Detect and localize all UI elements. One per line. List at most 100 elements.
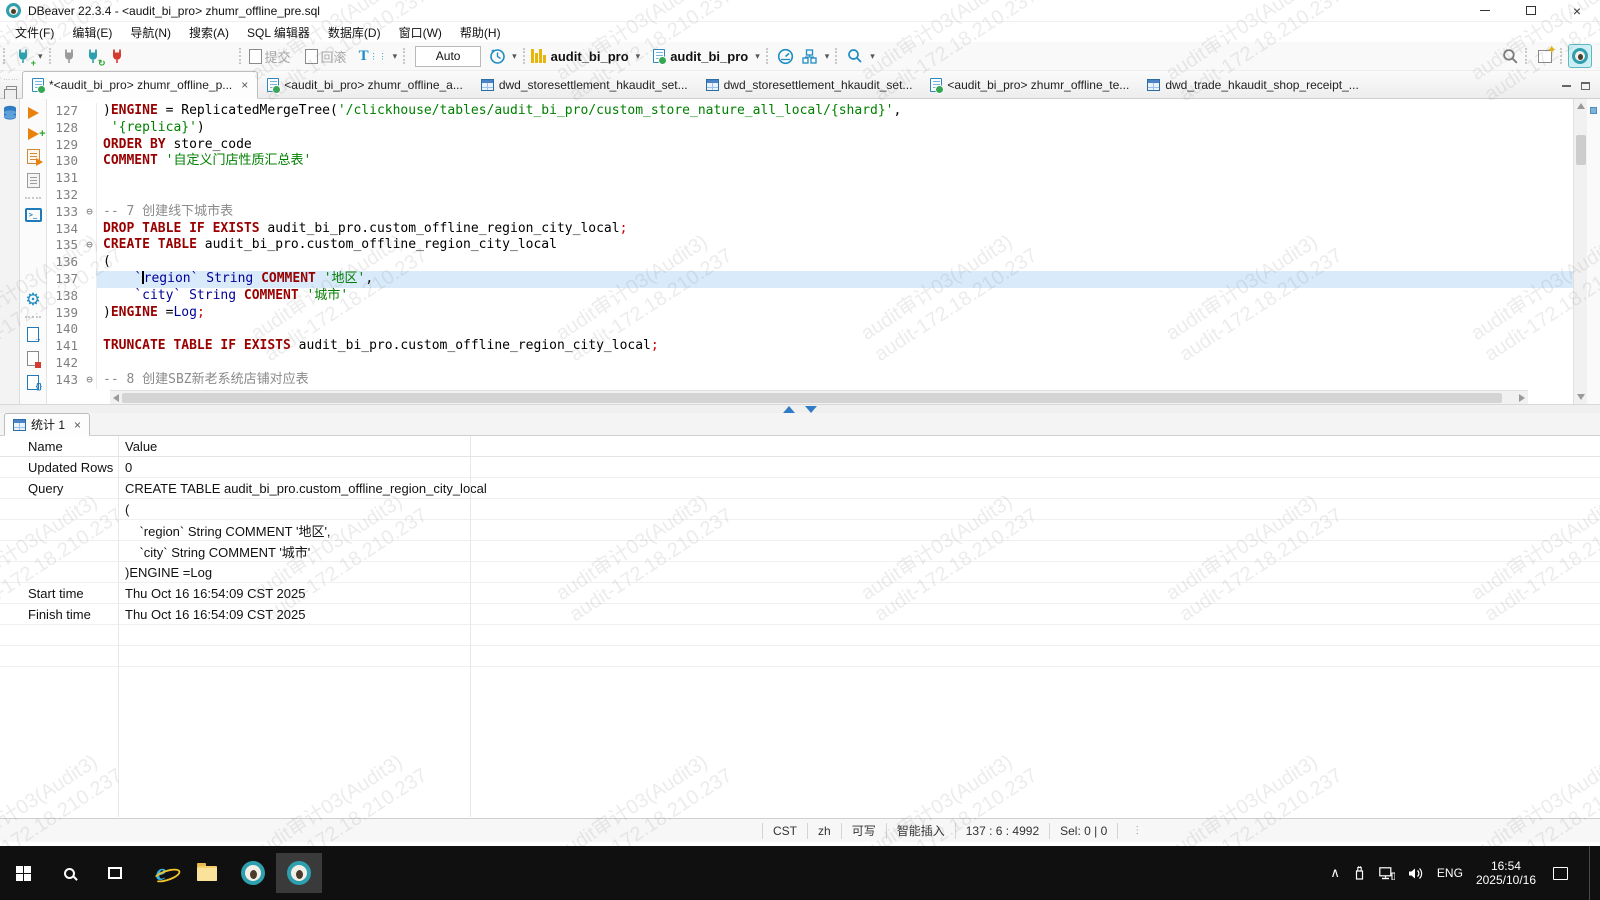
table-row-9[interactable] — [0, 646, 1600, 667]
input-language-indicator[interactable]: ENG — [1437, 866, 1463, 880]
table-row-4[interactable]: `city` String COMMENT '城市' — [0, 541, 1600, 562]
code-line-132[interactable]: 132 — [47, 187, 1573, 204]
scroll-left-icon[interactable] — [113, 394, 119, 402]
editor-settings-icon[interactable]: ⚙ — [25, 292, 40, 307]
menu-item-0[interactable]: 文件(F) — [6, 22, 63, 43]
execute-sql-script-icon[interactable] — [27, 149, 40, 164]
schema-selector[interactable]: audit_bi_pro — [670, 49, 748, 64]
database-dropdown-icon[interactable]: ▾ — [633, 51, 644, 62]
code-line-136[interactable]: 136( — [47, 254, 1573, 271]
tray-expand-icon[interactable]: ∧ — [1330, 865, 1340, 881]
code-line-129[interactable]: 129ORDER BY store_code — [47, 137, 1573, 154]
action-center-icon[interactable] — [1553, 867, 1568, 880]
menu-item-2[interactable]: 导航(N) — [121, 22, 180, 43]
fold-collapse-icon[interactable]: ⊖ — [83, 204, 97, 221]
code-area[interactable]: 127)ENGINE = ReplicatedMergeTree('/click… — [47, 99, 1573, 404]
code-text[interactable]: -- 8 创建SBZ新老系统店铺对应表 — [97, 372, 1573, 389]
taskbar-search-button[interactable] — [46, 853, 92, 893]
splitter-down-icon[interactable] — [805, 406, 817, 413]
tab-statistics[interactable]: 统计 1 × — [4, 413, 90, 436]
server-dropdown-icon[interactable]: ▾ — [822, 51, 833, 62]
line-number[interactable]: 128 — [47, 120, 83, 137]
code-text[interactable]: `region` String COMMENT '地区', — [97, 271, 1573, 288]
rollback-button[interactable]: 回滚 — [303, 44, 349, 68]
disconnect-button[interactable] — [105, 44, 129, 68]
code-text[interactable]: TRUNCATE TABLE IF EXISTS audit_bi_pro.cu… — [97, 338, 1573, 355]
search-dropdown-icon[interactable]: ▾ — [867, 51, 878, 62]
table-row-3[interactable]: `region` String COMMENT '地区', — [0, 520, 1600, 541]
line-number[interactable]: 134 — [47, 221, 83, 238]
code-line-140[interactable]: 140 — [47, 321, 1573, 338]
editor-stack-icon[interactable] — [6, 86, 17, 95]
column-header-name[interactable]: Name — [0, 439, 118, 454]
code-text[interactable]: '{replica}') — [97, 120, 1573, 137]
vertical-scroll-thumb[interactable] — [1576, 135, 1586, 165]
new-connection-button[interactable]: + — [11, 44, 35, 68]
menu-item-6[interactable]: 窗口(W) — [390, 22, 451, 43]
commit-button[interactable]: 提交 — [247, 44, 293, 68]
output-console-icon[interactable]: {} — [27, 375, 39, 390]
line-number[interactable]: 130 — [47, 153, 83, 170]
code-line-143[interactable]: 143⊖-- 8 创建SBZ新老系统店铺对应表 — [47, 372, 1573, 389]
editor-tab-5[interactable]: dwd_trade_hkaudit_shop_receipt_... — [1138, 72, 1367, 98]
menu-item-1[interactable]: 编辑(E) — [63, 22, 121, 43]
line-number[interactable]: 143 — [47, 372, 83, 389]
code-text[interactable]: ( — [97, 254, 1573, 271]
schema-dropdown-icon[interactable]: ▾ — [752, 51, 763, 62]
scroll-right-icon[interactable] — [1519, 394, 1525, 402]
code-text[interactable]: `city` String COMMENT '城市' — [97, 288, 1573, 305]
invalidate-reconnect-button[interactable]: ↻ — [81, 44, 105, 68]
scroll-up-icon[interactable] — [1577, 103, 1585, 109]
network-icon[interactable] — [1379, 867, 1395, 880]
line-number[interactable]: 133 — [47, 204, 83, 221]
transaction-dropdown-icon[interactable]: ▾ — [390, 51, 401, 62]
table-row-8[interactable] — [0, 625, 1600, 646]
code-text[interactable]: ORDER BY store_code — [97, 137, 1573, 154]
editor-tab-0[interactable]: *<audit_bi_pro> zhumr_offline_p...× — [22, 71, 258, 99]
commit-mode-combo[interactable]: Auto — [415, 46, 481, 67]
column-header-value[interactable]: Value — [118, 439, 1600, 454]
close-icon[interactable]: × — [241, 78, 248, 92]
close-button[interactable]: × — [1554, 0, 1600, 22]
code-text[interactable]: CREATE TABLE audit_bi_pro.custom_offline… — [97, 237, 1573, 254]
database-selector[interactable]: audit_bi_pro — [551, 49, 629, 64]
statusbar-item-1[interactable]: zh — [807, 823, 841, 839]
dbeaver-taskbar-button-active[interactable] — [276, 853, 322, 893]
line-number[interactable]: 139 — [47, 305, 83, 322]
close-icon[interactable]: × — [74, 418, 81, 432]
server-objects-button[interactable] — [798, 44, 822, 68]
code-line-135[interactable]: 135⊖CREATE TABLE audit_bi_pro.custom_off… — [47, 237, 1573, 254]
open-sql-console-icon[interactable]: >_ — [25, 208, 42, 222]
code-line-139[interactable]: 139)ENGINE =Log; — [47, 305, 1573, 322]
start-button[interactable] — [0, 853, 46, 893]
table-row-5[interactable]: )ENGINE =Log — [0, 562, 1600, 583]
table-row-2[interactable]: ( — [0, 499, 1600, 520]
table-row-1[interactable]: QueryCREATE TABLE audit_bi_pro.custom_of… — [0, 478, 1600, 499]
line-number[interactable]: 142 — [47, 355, 83, 372]
code-text[interactable] — [97, 170, 1573, 187]
line-number[interactable]: 135 — [47, 237, 83, 254]
code-line-127[interactable]: 127)ENGINE = ReplicatedMergeTree('/click… — [47, 103, 1573, 120]
code-line-128[interactable]: 128 '{replica}') — [47, 120, 1573, 137]
menu-item-4[interactable]: SQL 编辑器 — [238, 22, 319, 43]
fold-collapse-icon[interactable]: ⊖ — [83, 372, 97, 389]
code-line-130[interactable]: 130COMMENT '自定义门店性质汇总表' — [47, 153, 1573, 170]
code-text[interactable] — [97, 321, 1573, 338]
dashboard-button[interactable] — [774, 44, 798, 68]
horizontal-scrollbar[interactable] — [110, 390, 1528, 404]
line-number[interactable]: 138 — [47, 288, 83, 305]
execute-sql-new-tab-icon[interactable]: + — [28, 128, 39, 140]
statusbar-item-0[interactable]: CST — [762, 823, 807, 839]
line-number[interactable]: 127 — [47, 103, 83, 120]
statusbar-overflow-icon[interactable]: ⋮ — [1132, 825, 1143, 836]
code-text[interactable]: DROP TABLE IF EXISTS audit_bi_pro.custom… — [97, 221, 1573, 238]
statusbar-item-4[interactable]: 137 : 6 : 4992 — [955, 823, 1049, 839]
new-connection-dropdown-icon[interactable]: ▾ — [35, 51, 46, 62]
editor-results-splitter[interactable] — [0, 404, 1600, 413]
code-line-137[interactable]: 137 `region` String COMMENT '地区', — [47, 271, 1573, 288]
editor-tab-1[interactable]: <audit_bi_pro> zhumr_offline_a... — [258, 72, 472, 98]
minimize-button[interactable] — [1462, 0, 1508, 22]
vertical-scrollbar[interactable] — [1573, 99, 1587, 404]
history-dropdown-icon[interactable]: ▾ — [509, 51, 520, 62]
open-perspective-button[interactable]: ✦ — [1533, 44, 1557, 68]
